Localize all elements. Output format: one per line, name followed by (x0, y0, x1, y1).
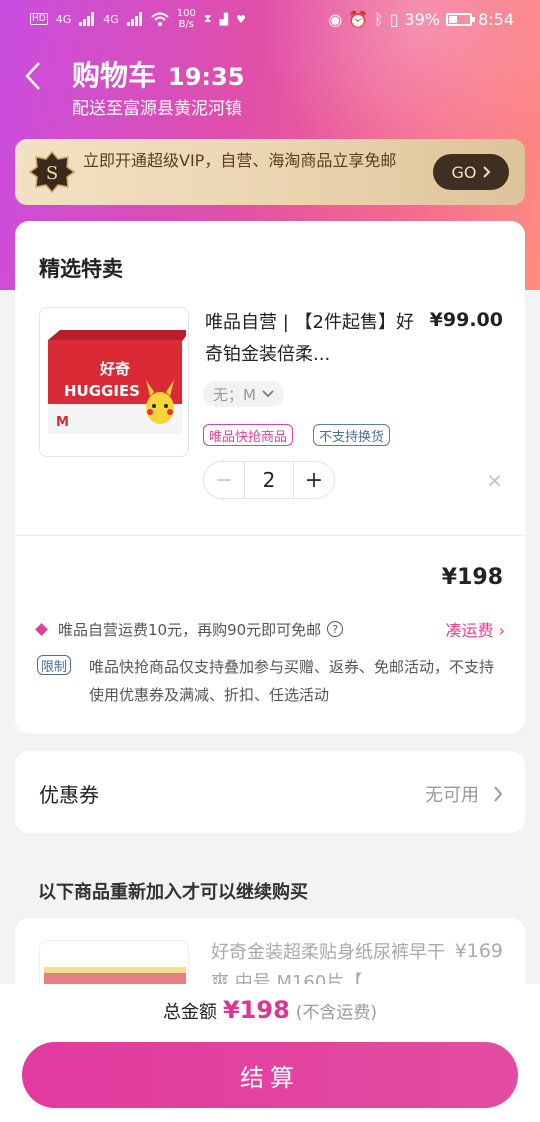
net-speed: 100 B/s (176, 8, 196, 30)
checkout-button[interactable]: 结算 (22, 1042, 518, 1108)
vip-banner[interactable]: S 立即开通超级VIP，自营、海淘商品立享免邮 GO (15, 139, 525, 205)
battery-icon (446, 13, 476, 26)
restriction-tag: 限制 (37, 655, 72, 675)
svg-text:M: M (56, 415, 69, 430)
wifi-icon (151, 12, 169, 26)
tag-flash-sale: 唯品快抢商品 (203, 424, 294, 446)
chevron-left-icon (25, 62, 40, 90)
product-image[interactable]: 好奇 HUGGIES M (39, 307, 189, 457)
clock: 8:54 (478, 10, 514, 29)
product-price: ¥99.00 (429, 309, 503, 331)
network-type-label: 4G (55, 12, 72, 26)
quantity-stepper: − 2 + (203, 461, 335, 499)
spec-label: 无；M (213, 385, 256, 404)
delivery-address[interactable]: 配送至富源县黄泥河镇 (72, 94, 242, 119)
decrease-button[interactable]: − (204, 462, 244, 498)
spec-selector[interactable]: 无；M (203, 381, 284, 407)
checkout-bar: 总金额 ¥198 (不含运费) 结算 (0, 984, 540, 1122)
vip-banner-text: 立即开通超级VIP，自营、海淘商品立享免邮 (83, 151, 397, 170)
back-button[interactable] (18, 56, 48, 96)
product-name[interactable]: 唯品自营 | 【2件起售】好奇铂金装倍柔... (205, 307, 425, 371)
shipping-info: 唯品自营运费10元，再购90元即可免邮 ? 凑运费 › (35, 617, 506, 641)
coupon-value-text: 无可用 (425, 785, 479, 806)
chevron-down-icon (262, 390, 274, 398)
quantity-value[interactable]: 2 (244, 462, 294, 498)
go-label: GO (451, 162, 477, 182)
shipping-text: 唯品自营运费10元，再购90元即可免邮 (58, 620, 322, 639)
total-amount: ¥198 (222, 996, 290, 1024)
svg-text:HUGGIES: HUGGIES (64, 382, 140, 400)
remove-icon[interactable]: ✕ (486, 469, 503, 493)
network-type-label-2: 4G (103, 12, 119, 26)
divider (15, 535, 525, 536)
hd-icon: HD (30, 13, 48, 25)
hourglass-icon: ⧗ (203, 12, 212, 25)
header-time: 19:35 (168, 63, 245, 91)
increase-button[interactable]: + (294, 462, 334, 498)
chevron-right-icon (494, 786, 503, 802)
alarm-icon: ⏰ (348, 10, 369, 29)
heart-monitor-icon: ♥ (236, 12, 246, 26)
vip-badge-icon: S (29, 151, 75, 193)
coupon-value: 无可用 (425, 781, 503, 807)
add-for-shipping-link[interactable]: 凑运费 › (446, 617, 506, 641)
cat-icon: ▟ (219, 12, 229, 26)
tag-no-exchange: 不支持换货 (313, 424, 391, 446)
signal-icon (79, 12, 95, 26)
re-add-product-price: ¥169 (454, 940, 503, 962)
help-icon[interactable]: ? (327, 621, 344, 637)
eye-icon: ◉ (328, 10, 343, 29)
svg-text:好奇: 好奇 (99, 360, 130, 378)
chevron-right-icon (482, 166, 490, 178)
svg-text:S: S (46, 163, 58, 184)
subtotal: ¥198 (441, 565, 503, 590)
re-add-product-name[interactable]: 好奇金装超柔贴身纸尿裤早干爽 中号 M160片【 (211, 938, 451, 990)
status-bar: HD 4G 4G 100 B/s ⧗ ▟ ♥ ◉ ⏰ ᛒ ▯ 39% 8:54 (0, 0, 540, 40)
coupon-label: 优惠券 (39, 783, 99, 807)
diaper-package-image: 好奇 HUGGIES M (48, 330, 186, 434)
diamond-icon (35, 622, 48, 636)
coupon-row[interactable]: 优惠券 无可用 (15, 751, 525, 833)
page-title: 购物车 (72, 59, 157, 92)
vip-go-button[interactable]: GO (433, 154, 509, 190)
battery-percent: 39% (404, 10, 441, 29)
vibrate-icon: ▯ (389, 10, 399, 29)
total-label: 总金额 (162, 1002, 217, 1023)
total-note: (不含运费) (295, 1003, 378, 1023)
bluetooth-icon: ᛒ (374, 10, 384, 29)
signal-icon-2 (126, 12, 142, 26)
restriction-text: 唯品快抢商品仅支持叠加参与买赠、返券、免邮活动，不支持使用优惠券及满减、折扣、任… (89, 658, 495, 704)
page-header: 购物车 19:35 配送至富源县黄泥河镇 (0, 48, 540, 128)
total-row: 总金额 ¥198 (不含运费) (0, 996, 540, 1024)
re-add-section-title: 以下商品重新加入才可以继续购买 (38, 882, 308, 903)
special-sale-card: 精选特卖 好奇 HUGGIES M 唯品自营 | 【2件起售】好奇铂金装倍柔..… (15, 221, 525, 733)
section-title: 精选特卖 (39, 257, 123, 281)
